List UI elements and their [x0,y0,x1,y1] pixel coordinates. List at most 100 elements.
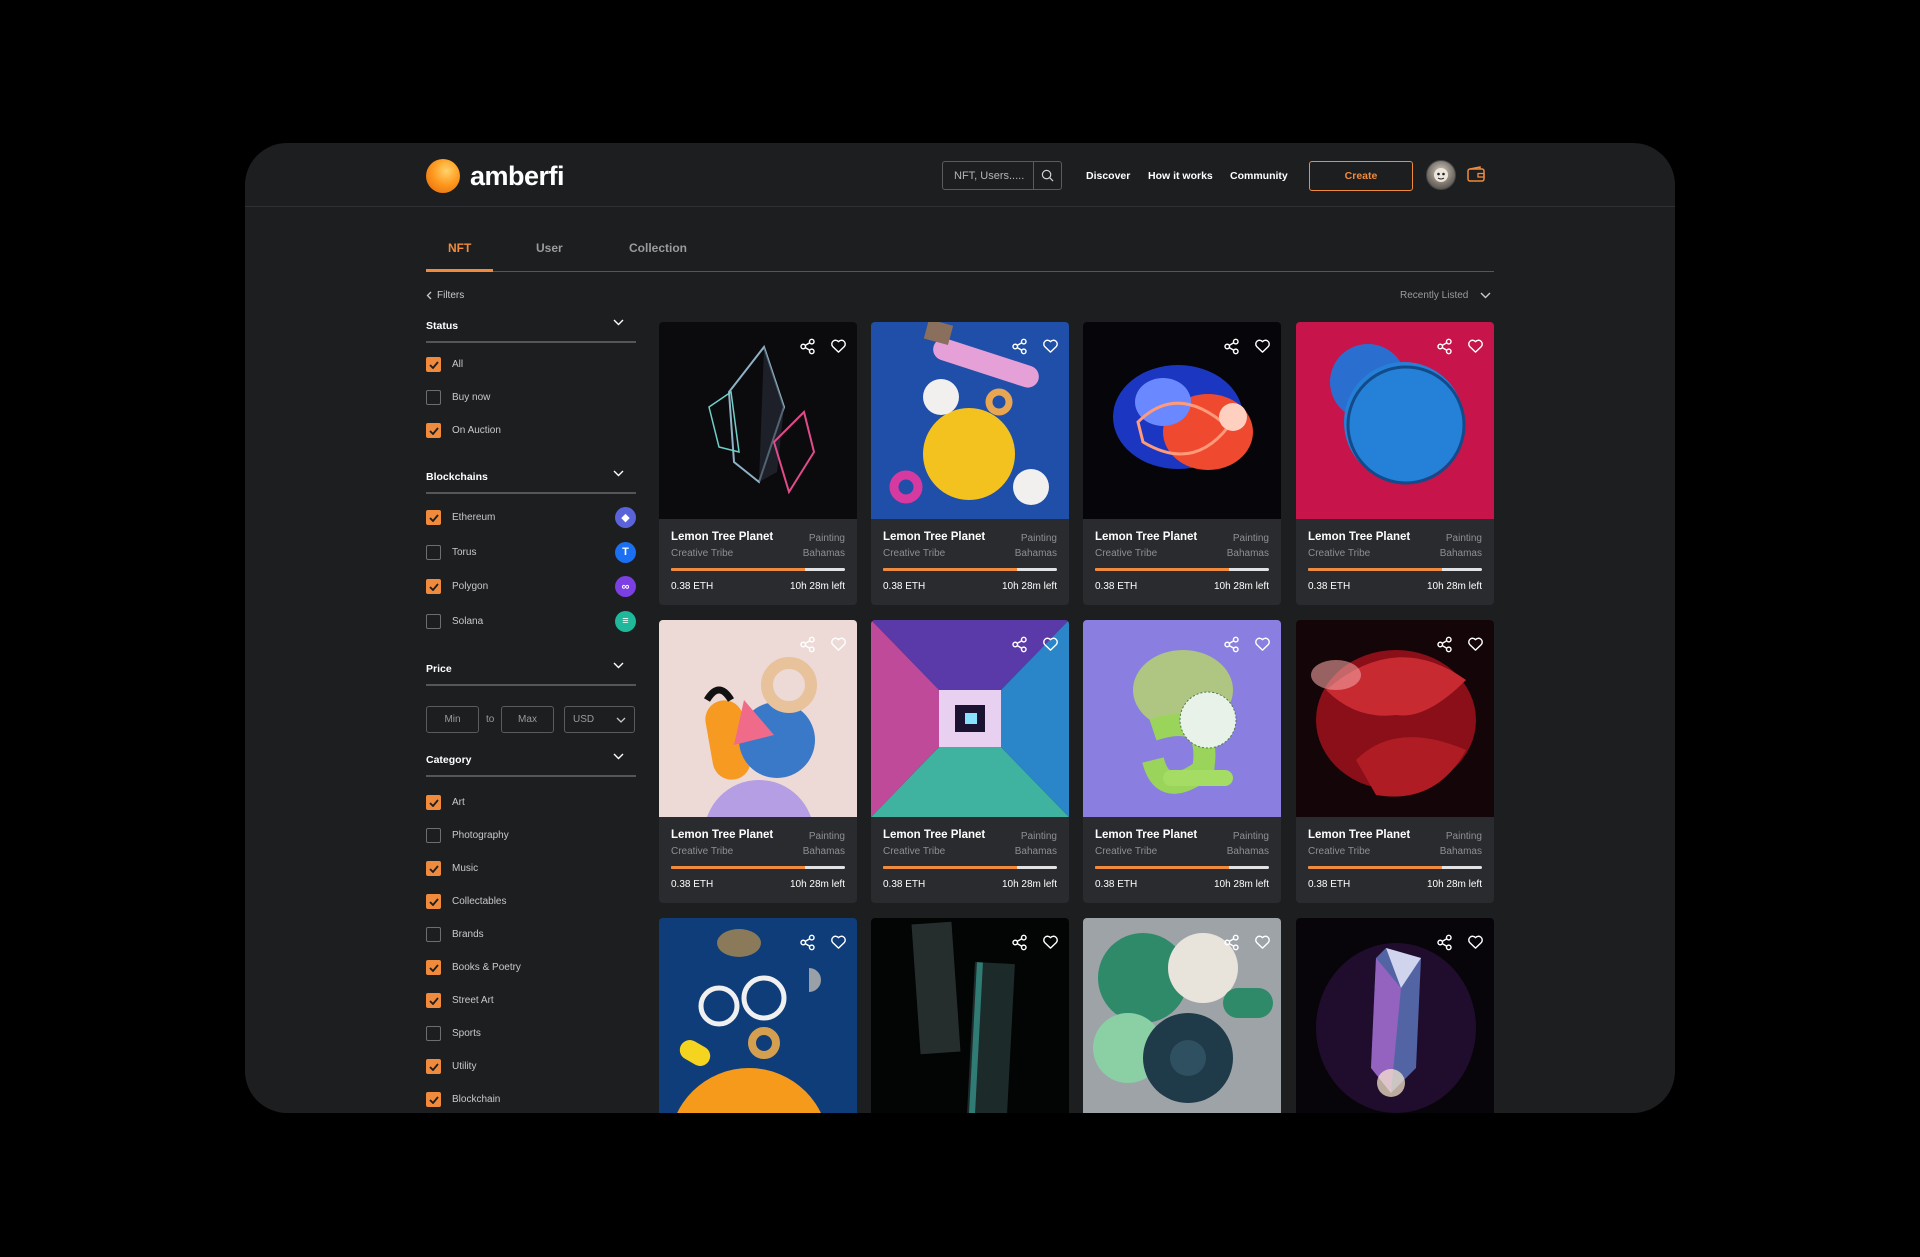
nft-card[interactable] [1296,918,1494,1113]
price-section-header[interactable]: Price [426,656,636,686]
nft-creator[interactable]: Creative Tribe [1308,548,1370,559]
share-icon[interactable] [1223,338,1240,355]
nav-community[interactable]: Community [1230,170,1288,182]
checkbox[interactable] [426,544,441,560]
filter-option-sports[interactable]: Sports [426,1026,481,1041]
heart-icon[interactable] [1467,338,1484,354]
nft-card[interactable] [659,918,857,1113]
heart-icon[interactable] [1042,636,1059,652]
filter-option-street-art[interactable]: Street Art [426,993,494,1008]
filter-option-books-poetry[interactable]: Books & Poetry [426,960,521,975]
tab-user[interactable]: User [536,241,563,255]
checkbox[interactable] [426,423,441,438]
filter-option-all[interactable]: All [426,357,463,372]
nft-card[interactable]: Lemon Tree Planet Painting Creative Tribe B… [659,620,857,903]
checkbox[interactable] [426,357,441,372]
filter-option-brands[interactable]: Brands [426,927,484,942]
share-icon[interactable] [1011,338,1028,355]
share-icon[interactable] [799,934,816,951]
filter-option-collectables[interactable]: Collectables [426,894,506,909]
filter-option-utility[interactable]: Utility [426,1059,476,1074]
nft-card[interactable]: Lemon Tree Planet Painting Creative Tribe B… [1296,322,1494,605]
tab-collection[interactable]: Collection [629,241,687,255]
checkbox[interactable] [426,861,441,876]
checkbox[interactable] [426,613,441,629]
heart-icon[interactable] [1042,338,1059,354]
checkbox[interactable] [426,579,441,594]
checkbox[interactable] [426,993,441,1008]
nft-card[interactable] [1083,918,1281,1113]
heart-icon[interactable] [1254,636,1271,652]
nav-how-it-works[interactable]: How it works [1148,170,1213,182]
checkbox[interactable] [426,828,441,843]
filter-option-blockchain[interactable]: Blockchain [426,1092,500,1107]
share-icon[interactable] [799,338,816,355]
heart-icon[interactable] [1254,934,1271,950]
brand-logo[interactable]: amberfi [426,159,565,193]
filter-option-buy-now[interactable]: Buy now [426,390,490,405]
nft-card[interactable]: Lemon Tree Planet Painting Creative Tribe B… [659,322,857,605]
heart-icon[interactable] [830,636,847,652]
nft-creator[interactable]: Creative Tribe [671,846,733,857]
category-section-header[interactable]: Category [426,747,636,777]
checkbox[interactable] [426,960,441,975]
checkbox[interactable] [426,510,441,525]
filter-option-solana[interactable]: Solana [426,613,483,629]
price-min-input[interactable]: Min [426,706,479,733]
share-icon[interactable] [799,636,816,653]
nav-discover[interactable]: Discover [1086,170,1130,182]
nft-creator[interactable]: Creative Tribe [883,548,945,559]
nft-card[interactable]: Lemon Tree Planet Painting Creative Tribe B… [871,322,1069,605]
checkbox[interactable] [426,927,441,942]
nft-creator[interactable]: Creative Tribe [671,548,733,559]
auction-progress-bar [1308,866,1482,869]
heart-icon[interactable] [830,338,847,354]
share-icon[interactable] [1223,934,1240,951]
wallet-button[interactable] [1467,166,1485,187]
nft-card[interactable]: Lemon Tree Planet Painting Creative Tribe B… [1296,620,1494,903]
filter-option-on-auction[interactable]: On Auction [426,423,501,438]
heart-icon[interactable] [830,934,847,950]
filter-option-art[interactable]: Art [426,795,465,810]
checkbox[interactable] [426,795,441,810]
share-icon[interactable] [1011,636,1028,653]
heart-icon[interactable] [1254,338,1271,354]
filter-option-music[interactable]: Music [426,861,478,876]
checkbox[interactable] [426,390,441,405]
filter-option-torus[interactable]: Torus [426,544,476,560]
heart-icon[interactable] [1467,636,1484,652]
checkbox[interactable] [426,894,441,909]
filter-option-photography[interactable]: Photography [426,828,509,843]
search-button[interactable] [1033,162,1061,189]
heart-icon[interactable] [1467,934,1484,950]
share-icon[interactable] [1436,338,1453,355]
filter-option-ethereum[interactable]: Ethereum [426,510,495,525]
nft-creator[interactable]: Creative Tribe [1095,548,1157,559]
status-section-header[interactable]: Status [426,313,636,343]
nft-creator[interactable]: Creative Tribe [1095,846,1157,857]
blockchains-section-header[interactable]: Blockchains [426,464,636,494]
create-button[interactable]: Create [1309,161,1413,191]
share-icon[interactable] [1436,934,1453,951]
nft-card[interactable]: Lemon Tree Planet Painting Creative Tribe B… [1083,620,1281,903]
checkbox[interactable] [426,1026,441,1041]
filters-toggle[interactable]: Filters [426,290,464,301]
share-icon[interactable] [1223,636,1240,653]
sort-dropdown[interactable]: Recently Listed [1400,290,1491,301]
nft-creator[interactable]: Creative Tribe [1308,846,1370,857]
filter-option-polygon[interactable]: Polygon [426,579,488,594]
search-input[interactable] [943,162,1033,189]
checkbox[interactable] [426,1092,441,1107]
tab-nft[interactable]: NFT [448,241,471,255]
heart-icon[interactable] [1042,934,1059,950]
nft-card[interactable]: Lemon Tree Planet Painting Creative Tribe B… [1083,322,1281,605]
currency-select[interactable]: USD [564,706,635,733]
checkbox[interactable] [426,1059,441,1074]
nft-card[interactable] [871,918,1069,1113]
user-avatar[interactable] [1426,160,1456,190]
nft-card[interactable]: Lemon Tree Planet Painting Creative Tribe B… [871,620,1069,903]
share-icon[interactable] [1011,934,1028,951]
price-max-input[interactable]: Max [501,706,554,733]
share-icon[interactable] [1436,636,1453,653]
nft-creator[interactable]: Creative Tribe [883,846,945,857]
